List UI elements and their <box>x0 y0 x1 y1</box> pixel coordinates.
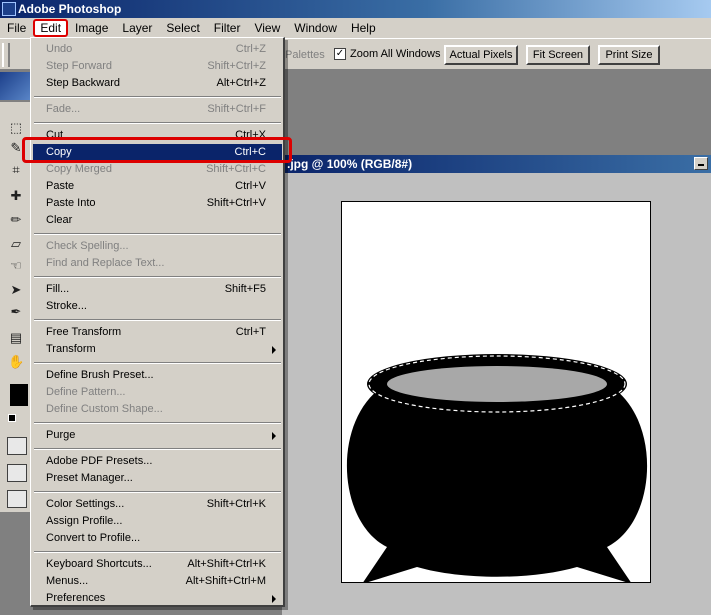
cauldron-image <box>346 354 648 582</box>
menu-item-step-forward[interactable]: Step Forward Shift+Ctrl+Z <box>33 58 282 75</box>
notes-tool-icon[interactable]: ▤ <box>8 330 24 346</box>
menu-select[interactable]: Select <box>159 18 206 38</box>
menu-separator <box>34 276 281 278</box>
window-title: Adobe Photoshop <box>18 2 122 16</box>
menu-item-keyboard-shortcuts[interactable]: Keyboard Shortcuts... Alt+Shift+Ctrl+K <box>33 556 282 573</box>
menu-file[interactable]: File <box>0 18 33 38</box>
photoshop-app-icon <box>2 2 16 16</box>
menu-separator <box>34 122 281 124</box>
menu-item-paste[interactable]: Paste Ctrl+V <box>33 178 282 195</box>
pen-tool-icon[interactable]: ✒ <box>8 304 24 320</box>
menu-separator <box>34 362 281 364</box>
menu-item-color-settings[interactable]: Color Settings... Shift+Ctrl+K <box>33 496 282 513</box>
document-title: .jpg @ 100% (RGB/8#) <box>287 157 413 171</box>
menu-item-fill[interactable]: Fill... Shift+F5 <box>33 281 282 298</box>
menu-item-copy-merged[interactable]: Copy Merged Shift+Ctrl+C <box>33 161 282 178</box>
document-canvas[interactable] <box>341 201 651 583</box>
hand-tool-icon[interactable]: ✋ <box>8 354 24 370</box>
print-size-button[interactable]: Print Size <box>598 45 660 65</box>
tool-palette-header <box>0 72 31 102</box>
menu-item-transform[interactable]: Transform <box>33 341 282 358</box>
menu-item-find-replace[interactable]: Find and Replace Text... <box>33 255 282 272</box>
menu-separator <box>34 551 281 553</box>
menu-edit[interactable]: Edit <box>33 19 69 37</box>
menu-item-check-spelling[interactable]: Check Spelling... <box>33 238 282 255</box>
actual-pixels-button[interactable]: Actual Pixels <box>444 45 518 65</box>
marquee-tool-icon[interactable]: ⬚ <box>8 120 24 136</box>
menu-item-step-backward[interactable]: Step Backward Alt+Ctrl+Z <box>33 75 282 92</box>
document-window: .jpg @ 100% (RGB/8#) <box>282 155 711 615</box>
fit-screen-button[interactable]: Fit Screen <box>526 45 590 65</box>
menu-separator <box>34 422 281 424</box>
menu-filter[interactable]: Filter <box>207 18 248 38</box>
screen-mode-button[interactable] <box>7 464 27 482</box>
minimize-icon[interactable] <box>694 157 708 170</box>
default-colors-icon[interactable] <box>8 414 16 422</box>
document-title-bar: .jpg @ 100% (RGB/8#) <box>282 155 711 173</box>
menu-item-define-pattern[interactable]: Define Pattern... <box>33 384 282 401</box>
zoom-all-windows-label: Zoom All Windows <box>350 48 441 60</box>
smudge-tool-icon[interactable]: ☜ <box>8 258 24 274</box>
menu-item-fade[interactable]: Fade... Shift+Ctrl+F <box>33 101 282 118</box>
path-selection-icon[interactable]: ➤ <box>8 282 24 298</box>
menu-item-preferences[interactable]: Preferences <box>33 590 282 607</box>
menu-item-define-custom-shape[interactable]: Define Custom Shape... <box>33 401 282 418</box>
menu-item-convert-profile[interactable]: Convert to Profile... <box>33 530 282 547</box>
menu-help[interactable]: Help <box>344 18 383 38</box>
menu-separator <box>34 448 281 450</box>
menu-window[interactable]: Window <box>287 18 344 38</box>
foreground-color-swatch[interactable] <box>10 384 28 406</box>
menu-separator <box>34 233 281 235</box>
menu-item-stroke[interactable]: Stroke... <box>33 298 282 315</box>
menu-item-preset-manager[interactable]: Preset Manager... <box>33 470 282 487</box>
menu-image[interactable]: Image <box>68 18 115 38</box>
submenu-arrow-icon <box>272 346 276 354</box>
menu-item-assign-profile[interactable]: Assign Profile... <box>33 513 282 530</box>
menu-layer[interactable]: Layer <box>115 18 159 38</box>
menu-item-clear[interactable]: Clear <box>33 212 282 229</box>
zoom-all-windows-checkbox[interactable]: ✓ <box>334 48 346 60</box>
menu-view[interactable]: View <box>247 18 287 38</box>
jump-to-imageready-button[interactable] <box>7 490 27 508</box>
edit-menu-dropdown: Undo Ctrl+Z Step Forward Shift+Ctrl+Z Step… <box>30 37 285 607</box>
menu-separator <box>34 319 281 321</box>
standard-mode-button[interactable] <box>7 437 27 455</box>
window-title-bar: Adobe Photoshop <box>0 0 711 18</box>
crop-tool-icon[interactable]: ⌗ <box>8 162 24 178</box>
healing-brush-icon[interactable]: ✚ <box>8 188 24 204</box>
menu-item-paste-into[interactable]: Paste Into Shift+Ctrl+V <box>33 195 282 212</box>
menu-item-free-transform[interactable]: Free Transform Ctrl+T <box>33 324 282 341</box>
zoom-all-windows-option[interactable]: ✓ Zoom All Windows <box>334 48 440 60</box>
menu-item-purge[interactable]: Purge <box>33 427 282 444</box>
eraser-tool-icon[interactable]: ▱ <box>8 236 24 252</box>
menu-item-pdf-presets[interactable]: Adobe PDF Presets... <box>33 453 282 470</box>
menu-item-undo[interactable]: Undo Ctrl+Z <box>33 41 282 58</box>
submenu-arrow-icon <box>272 432 276 440</box>
copy-highlight-annotation <box>22 137 292 163</box>
submenu-arrow-icon <box>272 595 276 603</box>
menu-item-menus[interactable]: Menus... Alt+Shift+Ctrl+M <box>33 573 282 590</box>
brush-tool-icon[interactable]: ✏ <box>8 212 24 228</box>
menu-item-define-brush-preset[interactable]: Define Brush Preset... <box>33 367 282 384</box>
options-bar-grip[interactable] <box>2 43 10 67</box>
menu-separator <box>34 96 281 98</box>
palettes-label: Palettes <box>285 49 325 61</box>
menu-bar: File Edit Image Layer Select Filter View… <box>0 18 711 38</box>
menu-separator <box>34 491 281 493</box>
